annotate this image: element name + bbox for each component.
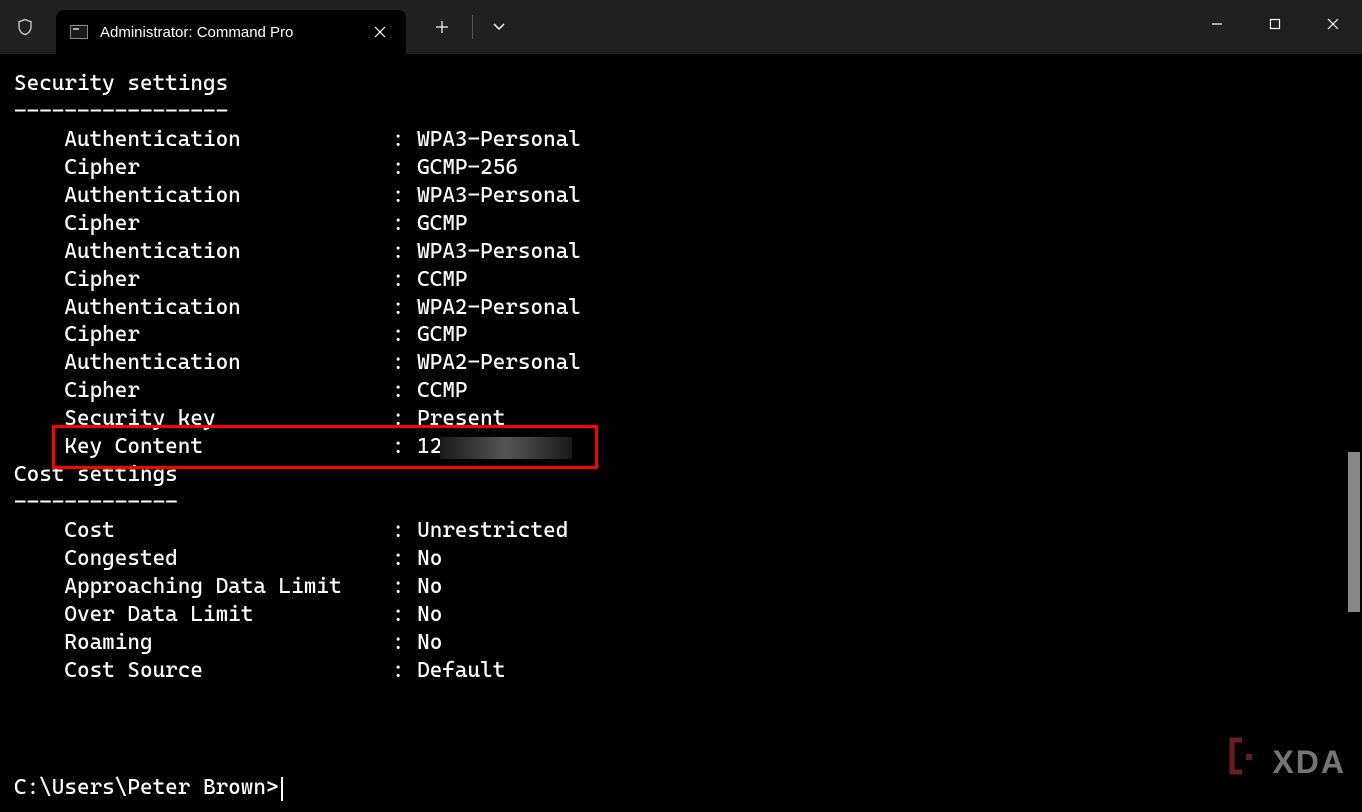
security-row: Cipher : GCMP: [14, 321, 1348, 349]
cost-row: Approaching Data Limit : No: [14, 573, 1348, 601]
security-row: Security key : Present: [14, 405, 1348, 433]
cost-row: Cost Source : Default: [14, 657, 1348, 685]
tab-dropdown-button[interactable]: [483, 7, 515, 47]
divider: -----------------: [14, 98, 1348, 126]
security-row: Cipher : GCMP-256: [14, 154, 1348, 182]
title-bar: Administrator: Command Pro: [0, 0, 1362, 54]
watermark-bracket-icon: [1224, 734, 1268, 792]
watermark: XDA: [1224, 734, 1346, 792]
security-row: Cipher : CCMP: [14, 377, 1348, 405]
active-tab[interactable]: Administrator: Command Pro: [56, 10, 406, 54]
tab-close-button[interactable]: [368, 20, 392, 44]
security-row: Authentication : WPA2-Personal: [14, 349, 1348, 377]
cost-settings-header: Cost settings: [14, 461, 1348, 489]
cost-row: Cost : Unrestricted: [14, 517, 1348, 545]
redacted-value: [440, 437, 572, 459]
security-row: Authentication : WPA3-Personal: [14, 182, 1348, 210]
security-row: Authentication : WPA2-Personal: [14, 294, 1348, 322]
security-row: Key Content : 12: [14, 433, 1348, 461]
divider: [472, 15, 473, 39]
shield-icon: [14, 14, 36, 40]
tab-title: Administrator: Command Pro: [100, 24, 360, 41]
cursor: [281, 777, 283, 801]
terminal-tab-icon: [70, 25, 88, 39]
security-row: Cipher : GCMP: [14, 210, 1348, 238]
maximize-button[interactable]: [1246, 0, 1304, 48]
new-tab-button[interactable]: [422, 7, 462, 47]
minimize-button[interactable]: [1188, 0, 1246, 48]
watermark-text: XDA: [1272, 742, 1346, 784]
prompt-text: C:\Users\Peter Brown>: [14, 775, 279, 800]
divider: -------------: [14, 489, 1348, 517]
close-button[interactable]: [1304, 0, 1362, 48]
security-row: Cipher : CCMP: [14, 266, 1348, 294]
window-controls: [1188, 0, 1362, 48]
prompt-line: C:\Users\Peter Brown>: [14, 774, 283, 802]
security-row: Authentication : WPA3-Personal: [14, 238, 1348, 266]
security-settings-header: Security settings: [14, 70, 1348, 98]
cost-row: Roaming : No: [14, 629, 1348, 657]
security-row: Authentication : WPA3-Personal: [14, 126, 1348, 154]
scrollbar-thumb[interactable]: [1348, 452, 1360, 612]
cost-row: Congested : No: [14, 545, 1348, 573]
terminal-content[interactable]: Security settings----------------- Authe…: [0, 54, 1362, 812]
cost-row: Over Data Limit : No: [14, 601, 1348, 629]
